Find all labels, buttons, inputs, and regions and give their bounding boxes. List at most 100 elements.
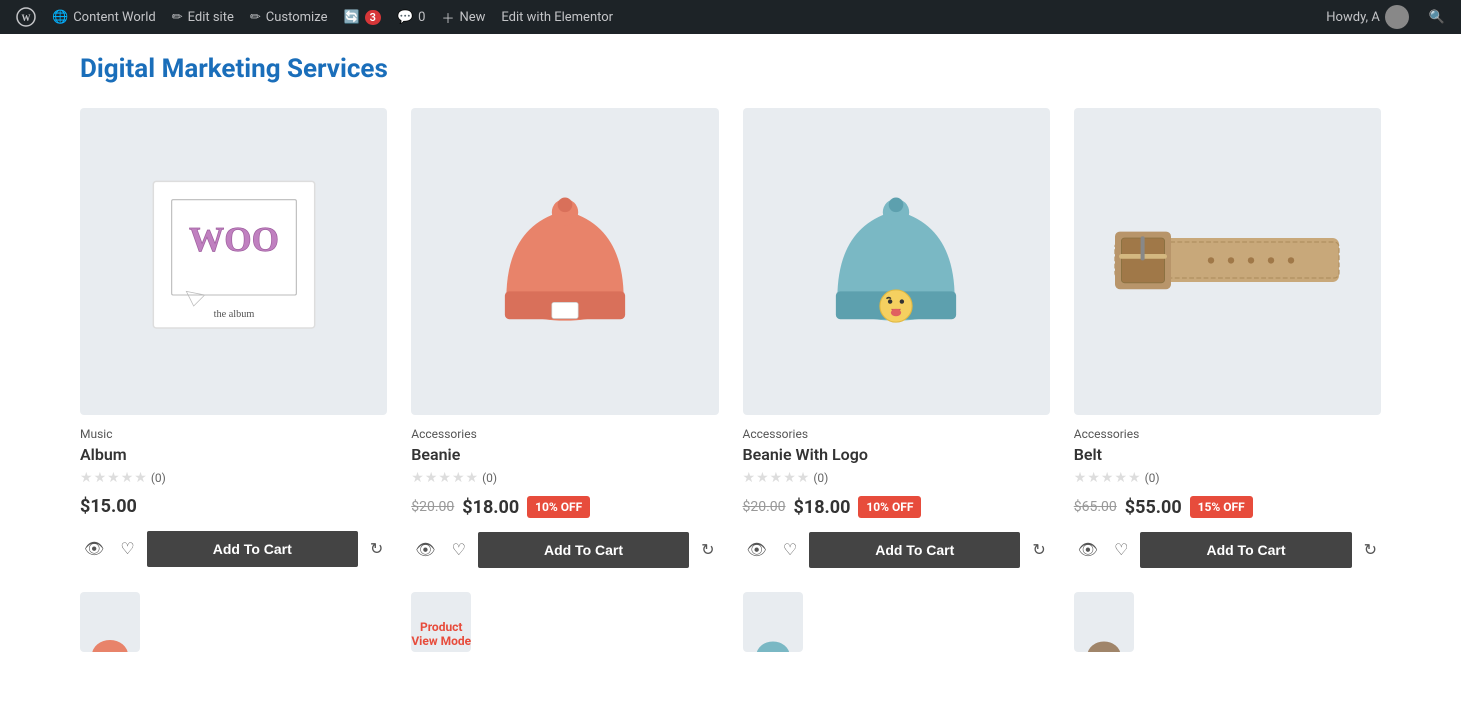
admin-bar: W 🌐 Content World ✏ Edit site ✏ Customiz… [0,0,1461,34]
product-name-1: Beanie [411,445,718,464]
product-card-3: Accessories Belt ★★★★★ (0) $65.00 $55.00… [1074,108,1381,568]
new-item[interactable]: ＋ New [433,0,493,34]
star-empty: ★ [411,470,424,486]
stars-row: ★★★★★ [743,470,810,486]
product-category-3: Accessories [1074,427,1381,441]
wp-logo-item[interactable]: W [8,0,44,34]
star-empty: ★ [438,470,451,486]
product-actions-2: 👁 ♡ Add To Cart ↻ [743,532,1050,568]
product-stars-2: ★★★★★ (0) [743,470,1050,486]
new-icon: ＋ [441,8,454,27]
product-view-mode-label: Product View Mode [411,620,471,648]
view-button-2[interactable]: 👁 [743,536,771,564]
search-icon: 🔍 [1429,10,1445,25]
view-button-1[interactable]: 👁 [411,536,439,564]
product-image-wrap-partial-4 [1074,592,1134,652]
content-world-item[interactable]: 🌐 Content World [44,0,164,34]
updates-icon: 🔄 [343,10,359,25]
star-empty: ★ [1114,470,1127,486]
star-empty: ★ [94,470,107,486]
product-card-0: WOO the album Music Album ★★★★★ (0) $15.… [80,108,387,568]
customize-icon: ✏ [250,10,261,25]
compare-button-2[interactable]: ↻ [1028,536,1049,564]
review-count-2: (0) [813,471,828,485]
product-actions-1: 👁 ♡ Add To Cart ↻ [411,532,718,568]
partial-image-3 [743,592,803,652]
edit-site-item[interactable]: ✏ Edit site [164,0,242,34]
new-label: New [459,10,485,25]
wishlist-button-1[interactable]: ♡ [448,536,470,564]
edit-elementor-label: Edit with Elementor [501,10,613,25]
product-card-1: Accessories Beanie ★★★★★ (0) $20.00 $18.… [411,108,718,568]
product-image-wrap-partial-3 [743,592,803,652]
svg-text:W: W [22,13,31,23]
compare-button-1[interactable]: ↻ [697,536,718,564]
price-regular-0: $15.00 [80,496,137,517]
price-original-1: $20.00 [411,499,454,515]
stars-row: ★★★★★ [80,470,147,486]
add-to-cart-button-2[interactable]: Add To Cart [809,532,1020,568]
wishlist-button-2[interactable]: ♡ [779,536,801,564]
howdy-item[interactable]: Howdy, A [1318,0,1417,34]
comments-item[interactable]: 💬 0 [389,0,434,34]
updates-badge: 3 [365,10,381,25]
product-image-0: WOO the album [80,108,387,415]
product-grid: WOO the album Music Album ★★★★★ (0) $15.… [80,108,1381,568]
comments-count: 0 [418,10,425,25]
star-empty: ★ [1128,470,1141,486]
partial-image-1 [80,592,140,652]
price-original-3: $65.00 [1074,499,1117,515]
wishlist-button-0[interactable]: ♡ [116,535,138,563]
star-empty: ★ [425,470,438,486]
product-price-1: $20.00 $18.00 10% OFF [411,496,718,518]
edit-elementor-item[interactable]: Edit with Elementor [493,0,621,34]
globe-icon: 🌐 [52,10,68,25]
updates-item[interactable]: 🔄 3 [335,0,388,34]
review-count-3: (0) [1145,471,1160,485]
product-image-wrap-2 [743,108,1050,415]
add-to-cart-button-0[interactable]: Add To Cart [147,531,358,567]
product-name-2: Beanie With Logo [743,445,1050,464]
product-name-3: Belt [1074,445,1381,464]
product-category-0: Music [80,427,387,441]
adminbar-right: Howdy, A 🔍 [1318,0,1453,34]
product-image-wrap-partial-1 [80,592,140,652]
add-to-cart-button-3[interactable]: Add To Cart [1140,532,1351,568]
product-name-0: Album [80,445,387,464]
product-actions-3: 👁 ♡ Add To Cart ↻ [1074,532,1381,568]
product-card-partial-4 [1074,592,1381,664]
star-empty: ★ [770,470,783,486]
price-sale-3: $55.00 [1125,497,1182,518]
product-image-wrap-1 [411,108,718,415]
discount-badge-3: 15% OFF [1190,496,1253,518]
product-card-partial-1 [80,592,387,664]
wishlist-button-3[interactable]: ♡ [1110,536,1132,564]
avatar-icon [1385,5,1409,29]
product-image-wrap-partial-2: Product View Mode [411,592,471,652]
search-item[interactable]: 🔍 [1421,0,1453,34]
star-empty: ★ [1074,470,1087,486]
compare-button-0[interactable]: ↻ [366,535,387,563]
product-price-0: $15.00 [80,496,387,517]
discount-badge-1: 10% OFF [527,496,590,518]
stars-row: ★★★★★ [411,470,478,486]
customize-item[interactable]: ✏ Customize [242,0,336,34]
star-empty: ★ [756,470,769,486]
compare-button-3[interactable]: ↻ [1360,536,1381,564]
main-content: Digital Marketing Services WOO the album… [0,34,1461,704]
product-image-3 [1074,108,1381,415]
view-button-0[interactable]: 👁 [80,535,108,563]
page-heading: Digital Marketing Services [80,34,1381,108]
star-empty: ★ [743,470,756,486]
stars-row: ★★★★★ [1074,470,1141,486]
customize-label: Customize [266,10,328,25]
product-actions-0: 👁 ♡ Add To Cart ↻ [80,531,387,567]
product-image-wrap-3 [1074,108,1381,415]
product-category-1: Accessories [411,427,718,441]
add-to-cart-button-1[interactable]: Add To Cart [478,532,689,568]
product-stars-0: ★★★★★ (0) [80,470,387,486]
price-original-2: $20.00 [743,499,786,515]
product-grid-bottom: Product View Mode [80,592,1381,664]
view-button-3[interactable]: 👁 [1074,536,1102,564]
discount-badge-2: 10% OFF [858,496,921,518]
